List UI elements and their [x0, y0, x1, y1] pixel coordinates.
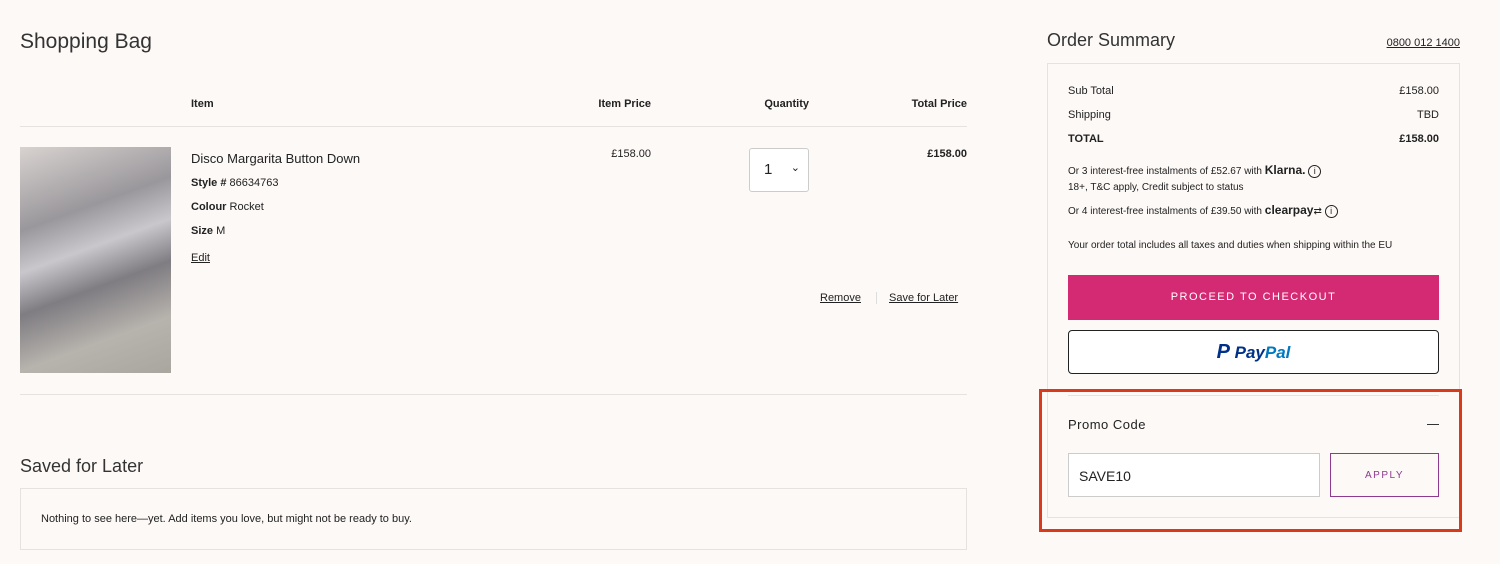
quantity-select[interactable]: 1 ⌄ [749, 148, 809, 192]
edit-link[interactable]: Edit [191, 252, 210, 264]
order-summary-title: Order Summary [1047, 30, 1176, 50]
total-row: TOTAL £158.00 [1068, 133, 1439, 145]
saved-for-later-title: Saved for Later [20, 456, 144, 476]
header-total-price: Total Price [911, 98, 967, 110]
paypal-button[interactable]: P PayPal [1068, 330, 1439, 374]
divider [20, 394, 967, 395]
saved-empty-message: Nothing to see here—yet. Add items you l… [20, 488, 967, 550]
chevron-down-icon: ⌄ [790, 162, 800, 174]
product-size: Size M [191, 225, 226, 237]
link-separator [876, 292, 877, 304]
highlight-box [1039, 389, 1462, 532]
phone-link[interactable]: 0800 012 1400 [1360, 37, 1460, 49]
klarna-logo: Klarna. [1264, 163, 1306, 177]
header-item-price: Item Price [598, 98, 651, 110]
item-total: £158.00 [927, 148, 967, 160]
header-item: Item [191, 98, 214, 110]
klarna-line: Or 3 interest-free instalments of £52.67… [1068, 163, 1322, 178]
remove-link[interactable]: Remove [820, 292, 861, 304]
shipping-row: Shipping TBD [1068, 109, 1439, 121]
save-for-later-link[interactable]: Save for Later [889, 292, 958, 304]
subtotal-row: Sub Total £158.00 [1068, 85, 1439, 97]
clearpay-link-icon: ⇄ [1313, 206, 1322, 217]
clearpay-logo: clearpay [1264, 203, 1314, 217]
product-style: Style # 86634763 [191, 177, 279, 189]
product-image[interactable] [20, 147, 171, 373]
divider [20, 126, 967, 127]
info-icon[interactable]: i [1324, 204, 1338, 218]
item-price: £158.00 [611, 148, 651, 160]
paypal-icon: P [1216, 341, 1230, 363]
proceed-to-checkout-button[interactable]: PROCEED TO CHECKOUT [1068, 275, 1439, 320]
header-quantity: Quantity [764, 98, 809, 110]
tax-note: Your order total includes all taxes and … [1068, 240, 1393, 251]
info-icon[interactable]: i [1308, 164, 1322, 178]
page-title: Shopping Bag [20, 30, 152, 53]
clearpay-line: Or 4 interest-free instalments of £39.50… [1068, 203, 1338, 218]
product-colour: Colour Rocket [191, 201, 264, 213]
klarna-terms: 18+, T&C apply, Credit subject to status [1068, 182, 1244, 193]
product-name[interactable]: Disco Margarita Button Down [191, 151, 360, 166]
